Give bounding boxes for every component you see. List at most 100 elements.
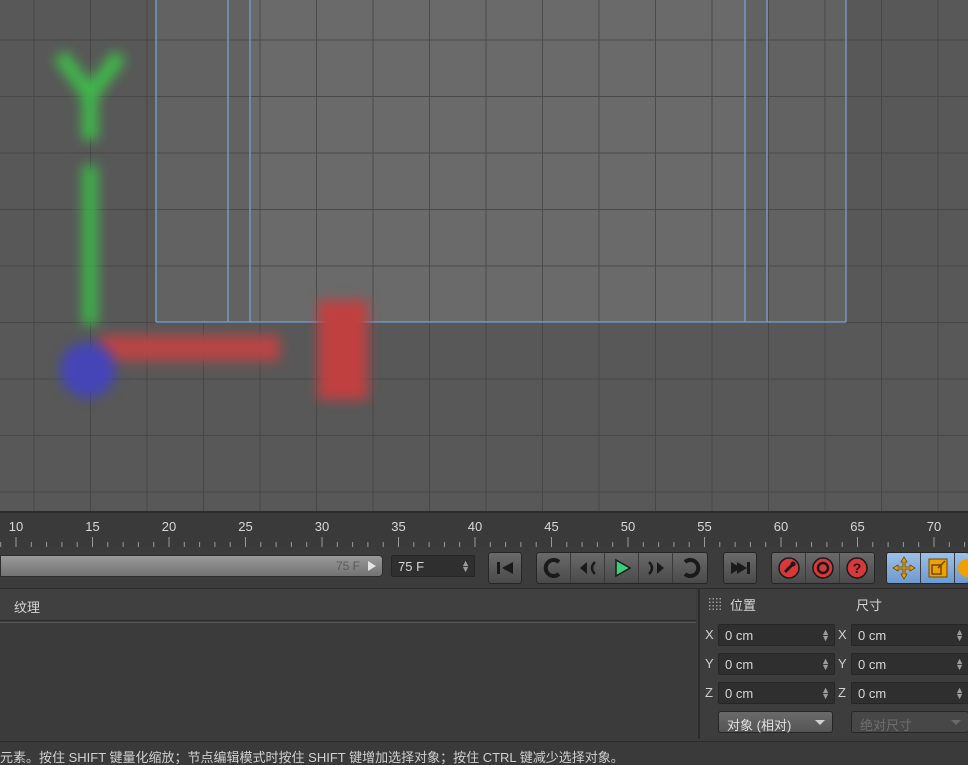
help-button[interactable]: ? [840,553,874,583]
spinner-icon[interactable]: ▲ ▼ [821,628,830,643]
size-x-label: X [838,627,847,642]
grip-dot [716,605,718,607]
timeline-ruler[interactable]: 10 15 20 25 30 35 40 45 50 55 60 65 70 [0,511,968,547]
current-frame-field[interactable]: 75 F ▲ ▼ [391,555,475,577]
z-axis-icon [60,342,116,398]
ruler-tick-label: 40 [467,519,483,534]
ruler-tick-label: 70 [926,519,942,534]
size-mode-dropdown[interactable]: 绝对尺寸 [851,711,968,733]
ruler-tick-label: 10 [8,519,24,534]
playback-group [536,552,708,584]
spinner-icon[interactable]: ▲ ▼ [955,628,964,643]
previous-frame-button[interactable] [571,553,605,583]
chevron-down-icon [951,720,961,725]
scale-icon [928,558,947,578]
position-z-value: 0 cm [725,686,754,701]
position-y-value: 0 cm [725,657,754,672]
position-header: 位置 [730,598,757,613]
previous-key-button[interactable] [537,553,571,583]
size-x-value: 0 cm [858,628,887,643]
record-button[interactable] [772,553,806,583]
coordinate-mode-dropdown[interactable]: 对象 (相对) [718,711,833,733]
spinner-icon[interactable]: ▲ ▼ [461,559,470,574]
ruler-tick-label: 55 [697,519,712,534]
record-group: ? [771,552,875,584]
next-frame-icon [647,561,664,575]
grip-dot [719,601,721,603]
size-z-label: Z [838,685,846,700]
play-icon [614,558,632,578]
ruler-tick-label: 45 [544,519,559,534]
autokey-icon [811,557,834,579]
preview-range-slider[interactable]: 75 F [0,555,383,577]
spinner-icon[interactable]: ▲ ▼ [955,657,964,672]
go-to-start-icon [497,562,513,574]
position-y-field[interactable]: 0 cm ▲ ▼ [718,653,835,675]
grip-dot [716,601,718,603]
size-y-field[interactable]: 0 cm ▲ ▼ [851,653,968,675]
grip-dot [719,608,721,610]
material-manager: 纹理 [0,589,696,739]
play-button[interactable] [605,553,639,583]
position-z-field[interactable]: 0 cm ▲ ▼ [718,682,835,704]
tool-group [886,552,968,584]
grip-dot [712,601,714,603]
svg-text:?: ? [853,560,862,576]
x-letter-icon [318,300,368,400]
chevron-down-icon [815,720,825,725]
go-to-end-icon [731,562,750,574]
size-x-field[interactable]: 0 cm ▲ ▼ [851,624,968,646]
spinner-icon[interactable]: ▲ ▼ [821,686,830,701]
range-end-label: 75 F [335,559,360,573]
rotate-tool-button[interactable] [955,553,968,583]
texture-menu[interactable]: 纹理 [14,597,40,616]
grip-dot [719,605,721,607]
object-left-bevel [156,0,251,322]
viewport-grid [0,0,968,511]
status-text: 元素。按住 SHIFT 键量化缩放；节点编辑模式时按住 SHIFT 键增加选择对… [0,750,624,765]
position-x-label: X [705,627,714,642]
position-x-field[interactable]: 0 cm ▲ ▼ [718,624,835,646]
size-header: 尺寸 [856,598,883,613]
rotate-icon [958,559,968,577]
position-x-value: 0 cm [725,628,754,643]
next-key-button[interactable] [673,553,707,583]
previous-key-icon [543,558,560,578]
ruler-ticks [0,537,966,547]
size-y-label: Y [838,656,847,671]
grip-dot [709,605,711,607]
move-tool-button[interactable] [887,553,921,583]
3d-viewport[interactable] [0,0,968,511]
size-z-value: 0 cm [858,686,887,701]
status-bar: 元素。按住 SHIFT 键量化缩放；节点编辑模式时按住 SHIFT 键增加选择对… [0,741,968,765]
ruler-tick-label: 15 [85,519,100,534]
size-z-field[interactable]: 0 cm ▲ ▼ [851,682,968,704]
position-y-label: Y [705,656,714,671]
grip-dot [712,598,714,600]
grip-dot [709,608,711,610]
position-z-label: Z [705,685,713,700]
spinner-icon[interactable]: ▲ ▼ [955,686,964,701]
x-axis-icon [100,335,280,361]
panel-grip-icon[interactable] [708,597,722,611]
scale-tool-button[interactable] [921,553,955,583]
ruler-tick-label: 25 [238,519,253,534]
range-arrow-icon[interactable] [368,561,376,571]
grip-dot [709,601,711,603]
go-to-end-button[interactable] [723,552,757,584]
next-key-icon [683,558,701,578]
material-list[interactable] [0,622,696,739]
record-icon [777,557,800,579]
autokey-button[interactable] [806,553,840,583]
ruler-tick-label: 50 [620,519,636,534]
object-right-bevel [745,0,846,322]
previous-frame-icon [579,561,596,575]
current-frame-value: 75 F [398,559,425,574]
spinner-icon[interactable]: ▲ ▼ [821,657,830,672]
next-frame-button[interactable] [639,553,673,583]
go-to-start-button[interactable] [488,552,522,584]
transport-bar: 75 F 75 F ▲ ▼ ? [0,547,968,589]
grip-dot [712,608,714,610]
grip-dot [709,598,711,600]
help-icon: ? [846,557,868,579]
